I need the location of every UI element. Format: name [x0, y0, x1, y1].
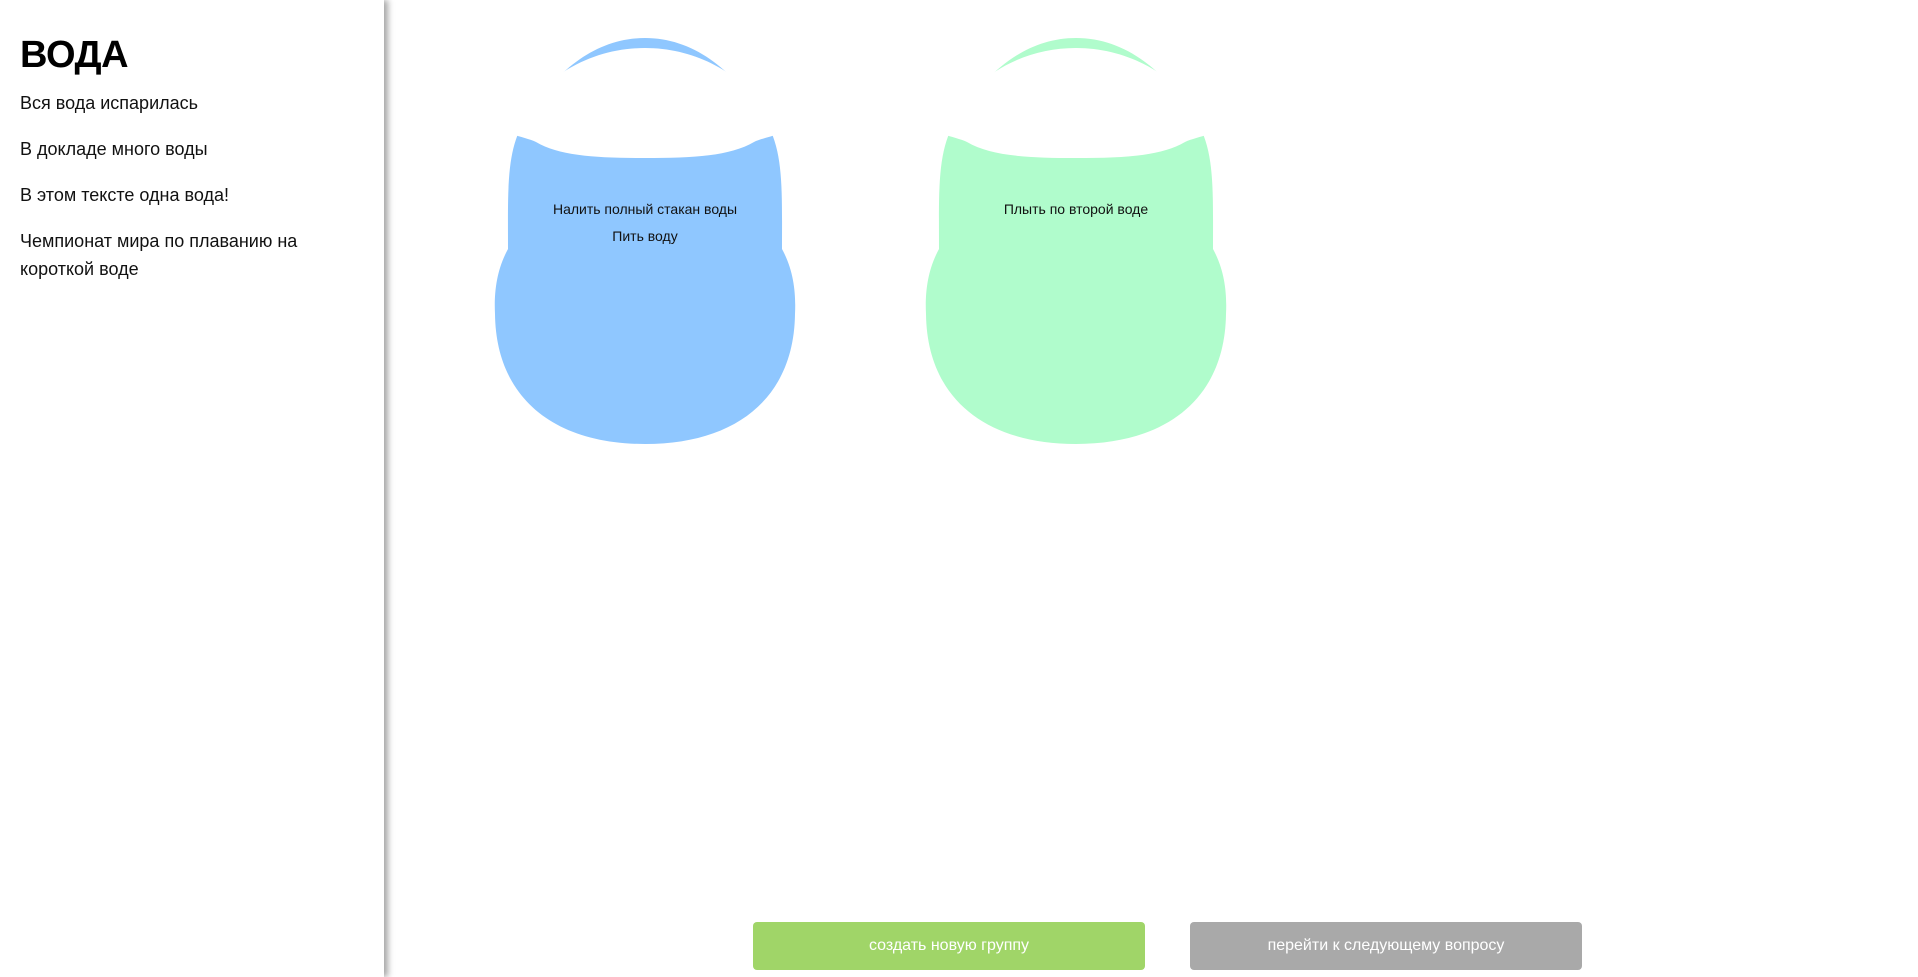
- phrase-item[interactable]: В этом тексте одна вода!: [20, 181, 320, 209]
- group-basket-green[interactable]: Плыть по второй воде: [903, 36, 1249, 444]
- sidebar: ВОДА Вся вода испарилась В докладе много…: [0, 0, 384, 977]
- groups-canvas: Налить полный стакан воды Пить воду Плыт…: [388, 0, 1918, 977]
- basket-shape: [925, 38, 1227, 444]
- phrase-item[interactable]: Чемпионат мира по плаванию на короткой в…: [20, 227, 320, 283]
- create-group-button[interactable]: создать новую группу: [753, 922, 1145, 970]
- group-basket-blue[interactable]: Налить полный стакан воды Пить воду: [472, 36, 818, 444]
- phrase-item[interactable]: В докладе много воды: [20, 135, 320, 163]
- phrase-item[interactable]: Вся вода испарилась: [20, 89, 320, 117]
- app-root: ВОДА Вся вода испарилась В докладе много…: [0, 0, 1918, 977]
- group-item[interactable]: Налить полный стакан воды: [512, 196, 778, 223]
- phrase-list: Вся вода испарилась В докладе много воды…: [20, 89, 364, 283]
- group-item[interactable]: Плыть по второй воде: [943, 196, 1209, 223]
- page-title: ВОДА: [20, 34, 129, 76]
- group-items: Плыть по второй воде: [943, 196, 1209, 223]
- group-item[interactable]: Пить воду: [512, 223, 778, 250]
- next-question-button[interactable]: перейти к следующему вопросу: [1190, 922, 1582, 970]
- group-items: Налить полный стакан воды Пить воду: [512, 196, 778, 250]
